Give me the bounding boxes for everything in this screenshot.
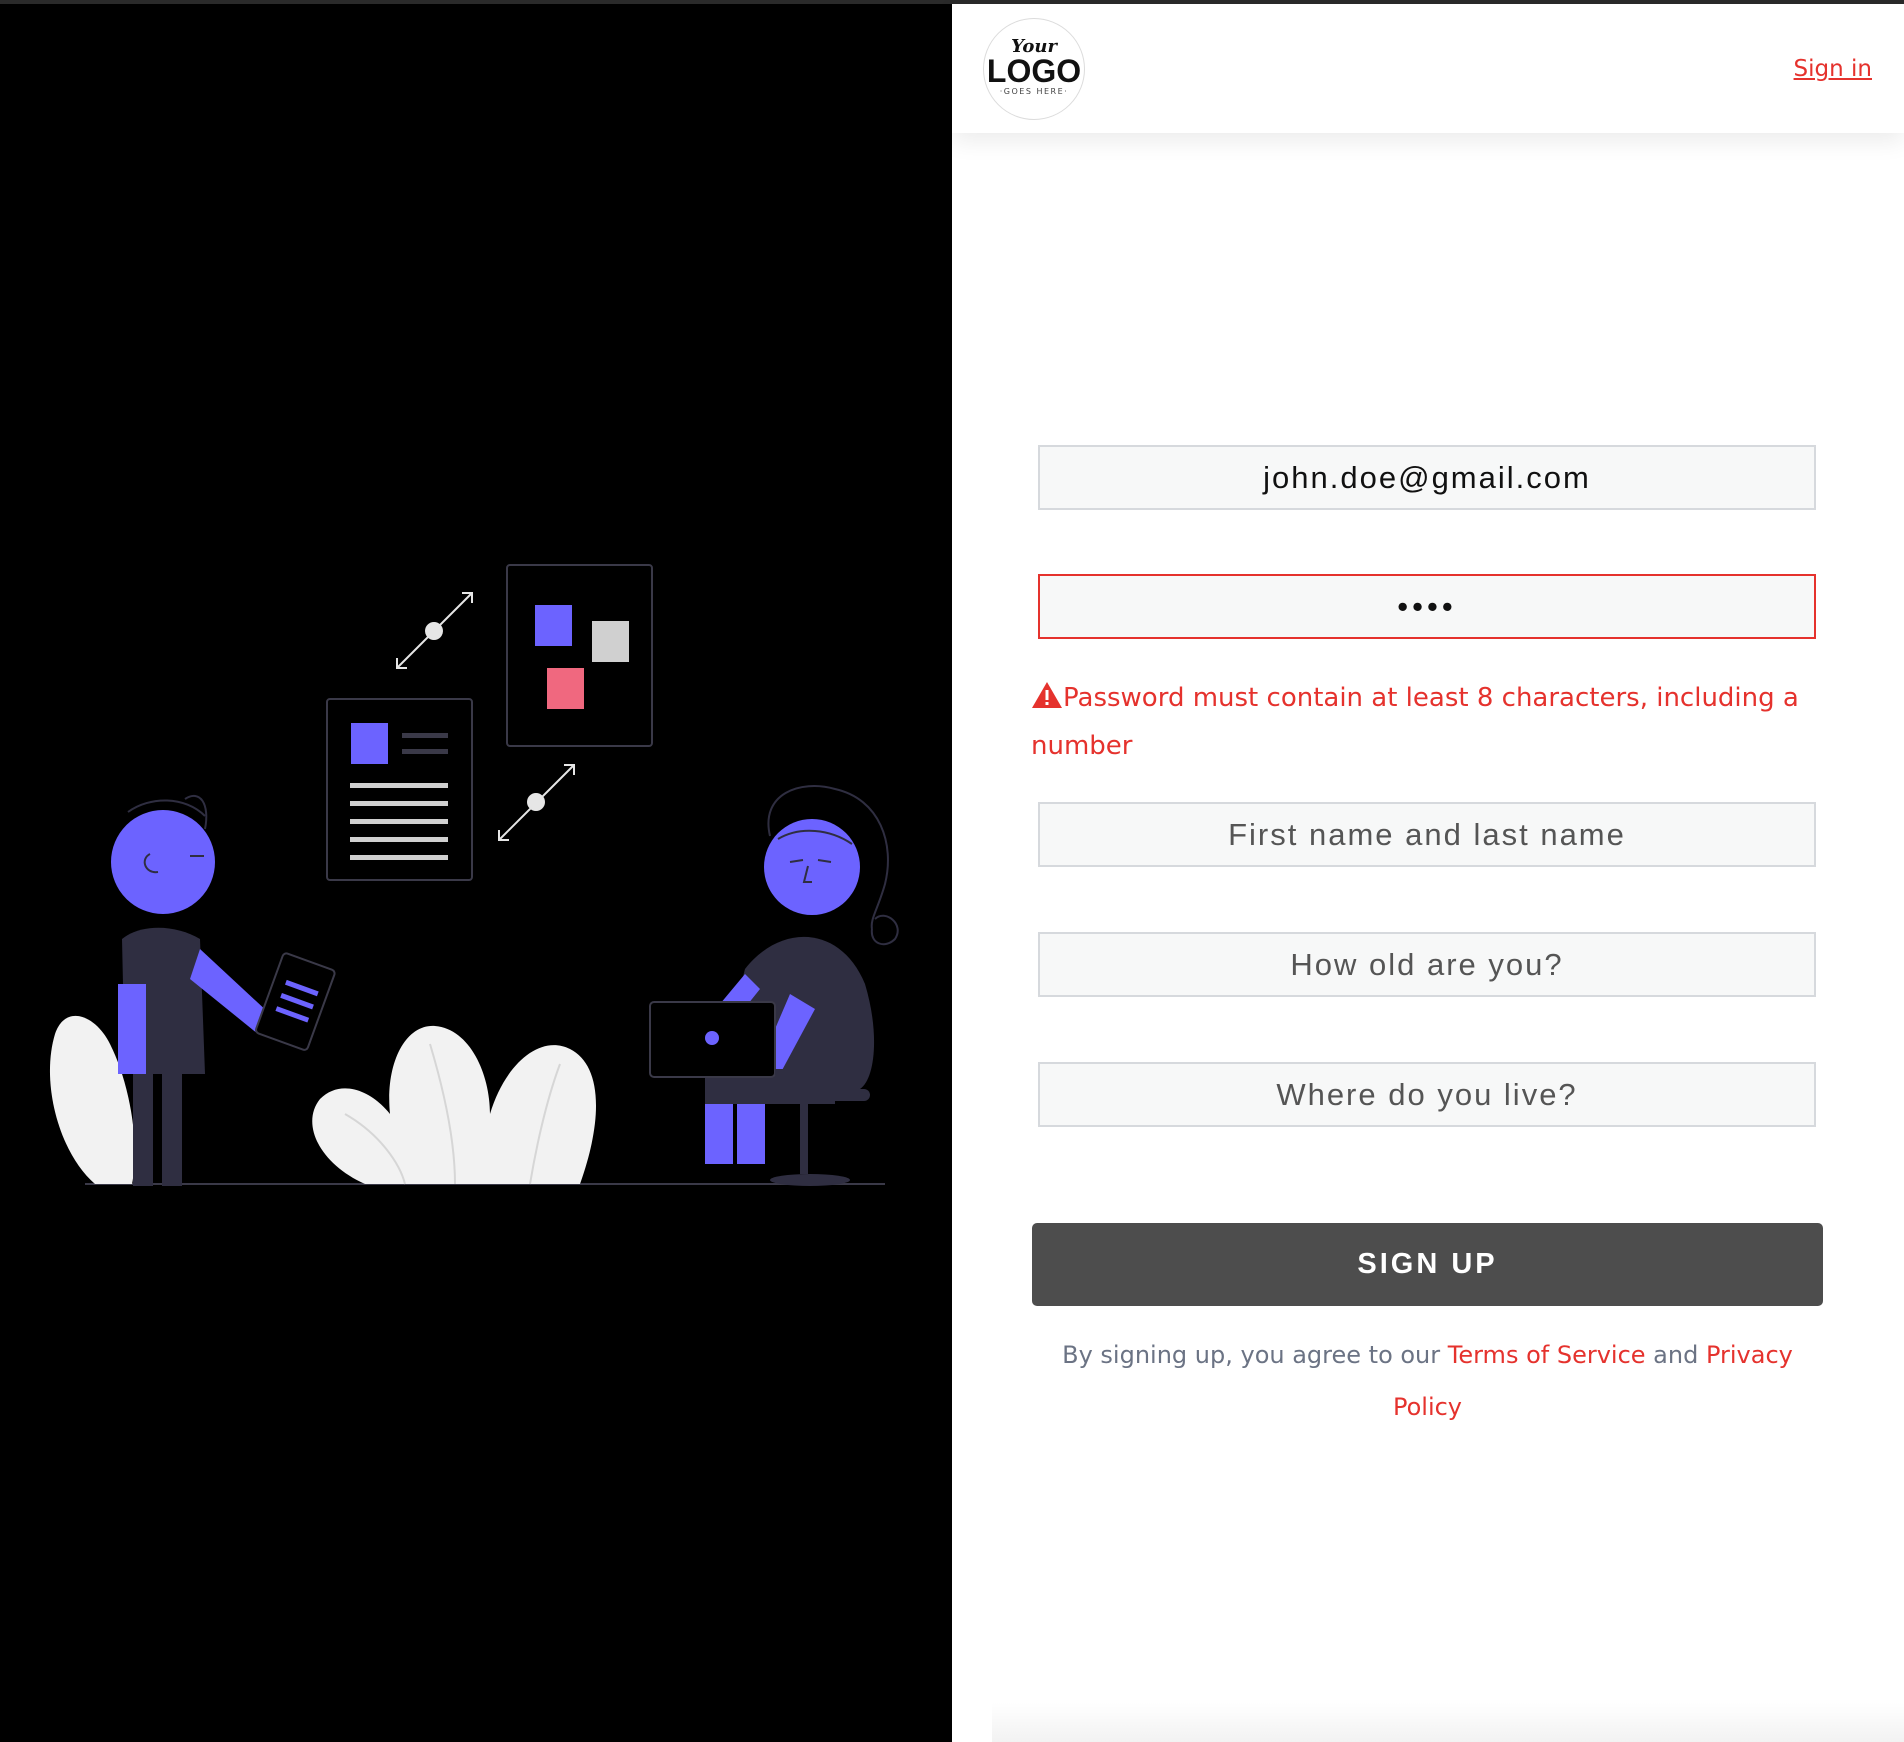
full-name-field[interactable]: First name and last name (1038, 802, 1816, 867)
bottom-shadow (992, 1702, 1904, 1742)
password-error-text: Password must contain at least 8 charact… (1031, 683, 1799, 761)
card-squares (506, 564, 653, 747)
company-logo[interactable]: Your LOGO ·GOES HERE· (983, 18, 1085, 120)
card-document (326, 698, 473, 881)
location-field[interactable]: Where do you live? (1038, 1062, 1816, 1127)
team-illustration (49, 564, 899, 1186)
warning-icon (1032, 682, 1062, 708)
person-sitting (649, 785, 899, 1186)
terms-of-service-link[interactable]: Terms of Service (1448, 1341, 1646, 1369)
terms-and: and (1645, 1341, 1706, 1369)
person-standing (111, 794, 336, 1186)
sign-up-button[interactable]: SIGN UP (1032, 1223, 1823, 1306)
logo-line3: ·GOES HERE· (999, 87, 1069, 96)
password-error-message: Password must contain at least 8 charact… (1031, 674, 1831, 770)
signup-panel: Your LOGO ·GOES HERE· Sign in john.doe@g… (952, 4, 1904, 1742)
plant-middle (312, 1025, 597, 1185)
age-field[interactable]: How old are you? (1038, 932, 1816, 997)
email-field[interactable]: john.doe@gmail.com (1038, 445, 1816, 510)
resize-arrow-bottom-icon (498, 764, 575, 841)
sign-in-link[interactable]: Sign in (1794, 56, 1872, 82)
terms-prefix: By signing up, you agree to our (1062, 1341, 1448, 1369)
terms-notice: By signing up, you agree to our Terms of… (1032, 1329, 1823, 1433)
top-header: Your LOGO ·GOES HERE· Sign in (952, 4, 1904, 133)
password-field[interactable]: •••• (1038, 574, 1816, 639)
illustration-panel (0, 4, 952, 1742)
logo-line2: LOGO (986, 53, 1082, 89)
resize-arrow-top-icon (396, 592, 473, 669)
